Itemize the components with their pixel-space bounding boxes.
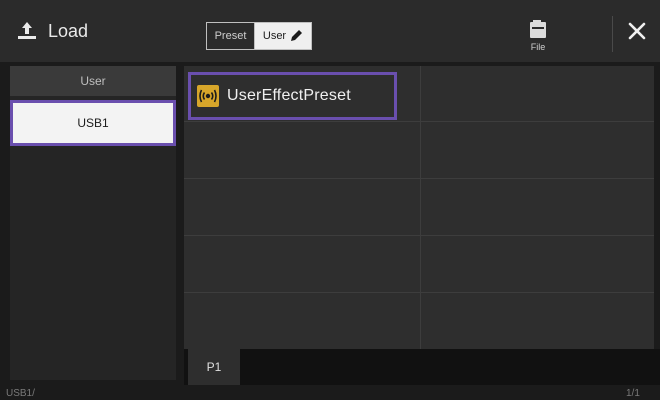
file-button[interactable]: File — [520, 18, 556, 58]
preset-user-toggle[interactable]: Preset User — [206, 22, 312, 50]
tab-p1[interactable]: P1 — [188, 349, 240, 385]
load-arrow-icon — [18, 22, 36, 39]
close-icon — [628, 22, 646, 40]
sidebar-item-user[interactable]: User — [10, 66, 176, 96]
grid-item-label: UserEffectPreset — [227, 87, 351, 104]
close-button[interactable] — [614, 0, 660, 62]
user-segment[interactable]: User — [255, 23, 311, 49]
header-divider — [612, 16, 613, 52]
grid-item-usereffectpreset[interactable]: UserEffectPreset — [188, 72, 397, 120]
grid-row-divider — [184, 121, 654, 122]
status-page-count: 1/1 — [626, 388, 640, 399]
sidebar-item-label: USB1 — [77, 116, 109, 130]
status-path: USB1/ — [6, 388, 35, 399]
grid-row-divider — [184, 178, 654, 179]
file-button-label: File — [530, 42, 546, 52]
header-bar — [0, 0, 660, 62]
tab-label: P1 — [206, 360, 222, 374]
page-tabs-bar — [184, 349, 660, 385]
load-title: Load — [0, 0, 88, 62]
preset-label: Preset — [214, 30, 247, 42]
user-label: User — [262, 30, 287, 42]
grid-row-divider — [184, 235, 654, 236]
sidebar-item-usb1[interactable]: USB1 — [10, 100, 176, 146]
pencil-icon — [291, 30, 303, 41]
preset-segment[interactable]: Preset — [207, 23, 255, 49]
file-folder-icon — [530, 20, 546, 38]
effect-wave-icon — [197, 85, 219, 107]
sidebar-item-label: User — [80, 74, 106, 88]
load-title-text: Load — [48, 20, 89, 41]
grid-column-divider — [420, 66, 421, 349]
grid-row-divider — [184, 292, 654, 293]
